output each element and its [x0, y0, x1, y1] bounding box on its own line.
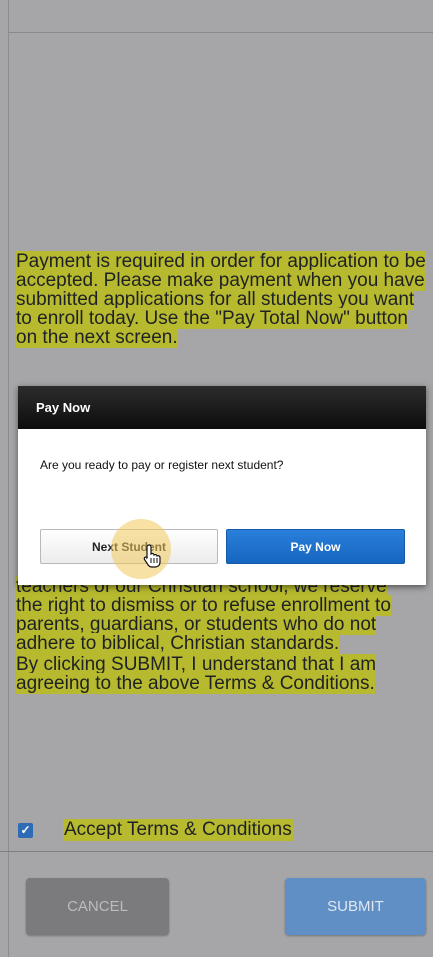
- accept-terms-checkbox[interactable]: ✓: [18, 822, 33, 838]
- footer-divider: [0, 851, 433, 852]
- payment-paragraph: Payment is required in order for applica…: [16, 251, 426, 348]
- submit-agreement-paragraph: By clicking SUBMIT, I understand that I …: [16, 654, 377, 694]
- header-divider: [8, 32, 433, 33]
- pay-now-dialog: Pay Now Are you ready to pay or register…: [18, 386, 426, 585]
- left-border: [8, 0, 9, 957]
- terms-fragment-b: the right to dismiss or to refuse enroll…: [16, 595, 391, 654]
- pay-now-button[interactable]: Pay Now: [226, 529, 405, 564]
- submit-button[interactable]: SUBMIT: [285, 878, 426, 935]
- accept-terms-label[interactable]: Accept Terms & Conditions: [63, 819, 293, 841]
- terms-text: Payment is required in order for applica…: [16, 251, 433, 694]
- accept-terms-row[interactable]: ✓ Accept Terms & Conditions: [18, 818, 293, 842]
- dialog-title: Pay Now: [18, 386, 426, 429]
- cancel-button[interactable]: CANCEL: [26, 878, 169, 935]
- hand-pointer-icon: [143, 544, 161, 568]
- dialog-message: Are you ready to pay or register next st…: [40, 458, 284, 472]
